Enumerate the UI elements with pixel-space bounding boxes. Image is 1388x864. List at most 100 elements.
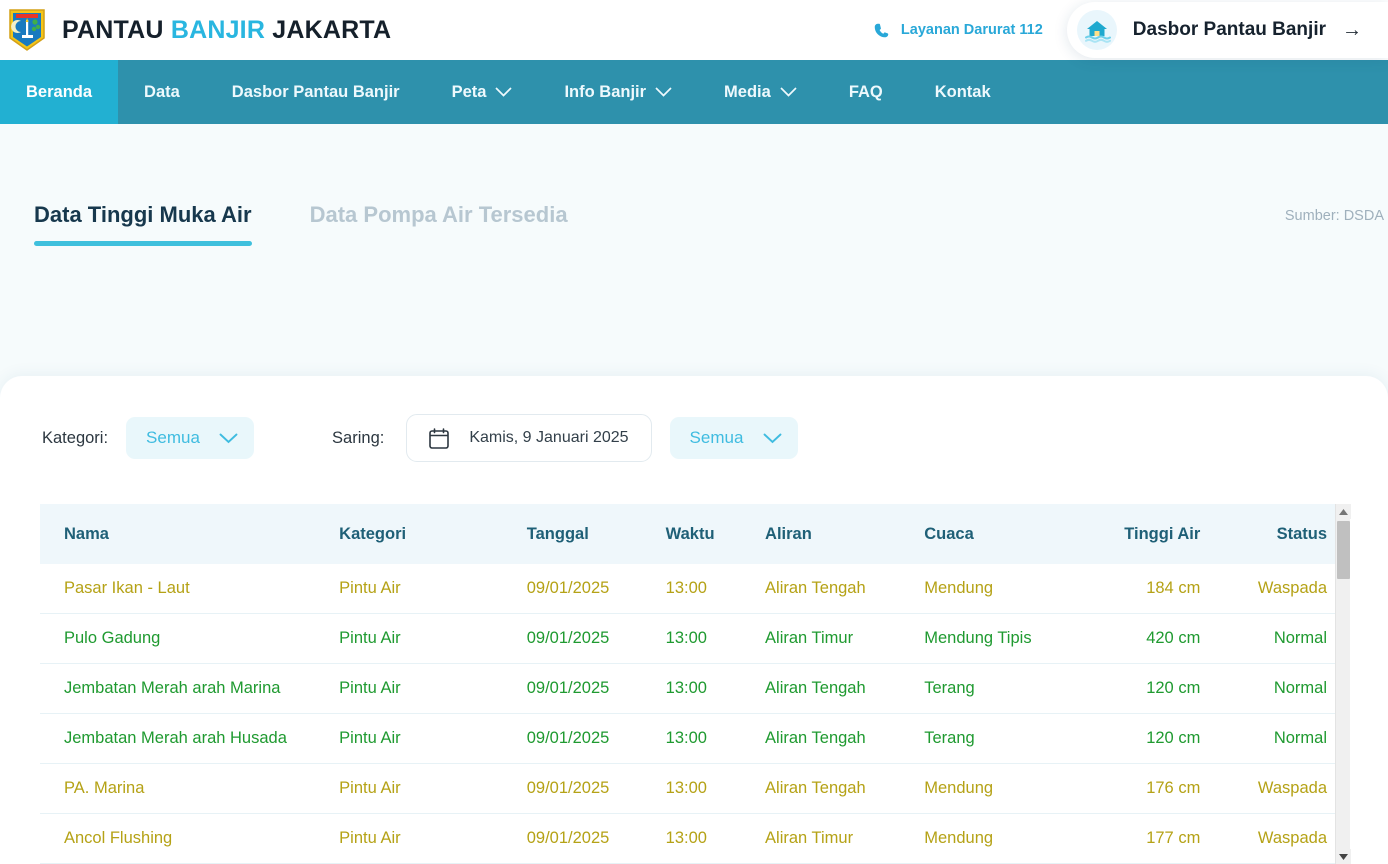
column-header-cuaca[interactable]: Cuaca: [924, 504, 1094, 564]
cell-kategori: Pintu Air: [339, 713, 527, 764]
cell-kategori: Pintu Air: [339, 813, 527, 864]
nav-item-beranda[interactable]: Beranda: [0, 60, 119, 124]
status-select-value: Semua: [689, 428, 744, 447]
nav-item-peta[interactable]: Peta: [426, 60, 539, 124]
cell-nama: PA. Marina: [40, 763, 340, 814]
chevron-down-icon: [495, 87, 513, 97]
nav-item-faq[interactable]: FAQ: [823, 60, 909, 124]
table-row[interactable]: Ancol Flushing Pintu Air 09/01/2025 13:00 Al…: [40, 813, 1335, 864]
cell-status: Normal: [1218, 713, 1335, 764]
cell-tinggi: 177 cm: [1093, 813, 1219, 864]
chevron-down-icon: [219, 433, 238, 443]
column-header-nama[interactable]: Nama: [40, 504, 340, 564]
cell-tinggi: 420 cm: [1093, 613, 1219, 664]
dashboard-cta-button[interactable]: Dasbor Pantau Banjir →: [1066, 2, 1388, 58]
main-navigation: Beranda Data Dasbor Pantau Banjir Peta I…: [0, 60, 1388, 124]
cell-kategori: Pintu Air: [339, 613, 527, 664]
tab-data-pompa-air-tersedia[interactable]: Data Pompa Air Tersedia: [310, 202, 568, 246]
data-table-scroll-area[interactable]: Nama Kategori Tanggal Waktu Aliran Cuaca…: [40, 504, 1335, 864]
table-row[interactable]: PA. Marina Pintu Air 09/01/2025 13:00 Aliran…: [40, 763, 1335, 814]
kategori-select-value: Semua: [146, 428, 200, 447]
cell-status: Waspada: [1218, 564, 1335, 614]
table-row[interactable]: Pulo Gadung Pintu Air 09/01/2025 13:00 Alira…: [40, 613, 1335, 664]
cell-cuaca: Mendung: [924, 813, 1094, 864]
cell-nama: Jembatan Merah arah Marina: [40, 663, 340, 714]
table-row[interactable]: Jembatan Merah arah Marina Pintu Air 09/01…: [40, 663, 1335, 714]
calendar-icon: [429, 427, 450, 449]
arrow-right-icon: →: [1342, 19, 1362, 41]
chevron-down-icon: [780, 87, 797, 97]
cell-waktu: 13:00: [665, 763, 766, 814]
cell-waktu: 13:00: [665, 564, 766, 614]
emergency-contact[interactable]: Layanan Darurat 112: [873, 22, 1067, 39]
table-body: Pasar Ikan - Laut Pintu Air 09/01/2025 13:0…: [40, 564, 1335, 864]
table-header: Nama Kategori Tanggal Waktu Aliran Cuaca…: [40, 504, 1335, 564]
nav-label-kontak: Kontak: [934, 82, 991, 101]
table-header-row: Nama Kategori Tanggal Waktu Aliran Cuaca…: [40, 504, 1335, 564]
phone-icon: [874, 23, 889, 37]
nav-label-info-banjir: Info Banjir: [564, 82, 647, 101]
nav-label-dasbor: Dasbor Pantau Banjir: [231, 82, 400, 101]
cell-kategori: Pintu Air: [339, 564, 527, 614]
column-header-tanggal[interactable]: Tanggal: [526, 504, 666, 564]
column-header-aliran[interactable]: Aliran: [765, 504, 925, 564]
status-select[interactable]: Semua: [669, 417, 798, 459]
scroll-up-button[interactable]: [1335, 504, 1351, 519]
nav-label-media: Media: [724, 82, 771, 101]
column-header-waktu[interactable]: Waktu: [665, 504, 766, 564]
cell-status: Normal: [1218, 613, 1335, 664]
cell-tanggal: 09/01/2025: [526, 564, 666, 614]
kategori-label: Kategori:: [42, 428, 109, 447]
chevron-down-icon: [655, 87, 672, 97]
scrollbar-thumb[interactable]: [1337, 521, 1350, 579]
jakarta-crest-icon: [9, 9, 45, 51]
cell-aliran: Aliran Tengah: [765, 763, 925, 814]
section-tabs: Data Tinggi Muka Air Data Pompa Air Ters…: [0, 124, 1388, 246]
table-scrollbar[interactable]: [1335, 504, 1351, 864]
cell-nama: Pulo Gadung: [40, 613, 340, 664]
cell-status: Normal: [1218, 663, 1335, 714]
cell-tinggi: 120 cm: [1093, 663, 1219, 714]
cell-cuaca: Mendung Tipis: [924, 613, 1094, 664]
cell-aliran: Aliran Timur: [765, 613, 925, 664]
saring-label: Saring:: [332, 428, 385, 447]
nav-item-kontak[interactable]: Kontak: [909, 60, 1017, 124]
brand-logo[interactable]: PANTAU BANJIR JAKARTA: [0, 8, 391, 52]
cell-tanggal: 09/01/2025: [526, 613, 666, 664]
brand-title: PANTAU BANJIR JAKARTA: [62, 16, 391, 45]
cell-tanggal: 09/01/2025: [526, 713, 666, 764]
cell-aliran: Aliran Tengah: [765, 564, 925, 614]
cell-waktu: 13:00: [665, 663, 766, 714]
nav-item-media[interactable]: Media: [698, 60, 823, 124]
cell-nama: Pasar Ikan - Laut: [40, 564, 340, 614]
nav-item-dasbor-pantau-banjir[interactable]: Dasbor Pantau Banjir: [206, 60, 426, 124]
cell-nama: Ancol Flushing: [40, 813, 340, 864]
cell-nama: Jembatan Merah arah Husada: [40, 713, 340, 764]
data-table-container: Nama Kategori Tanggal Waktu Aliran Cuaca…: [40, 504, 1351, 864]
column-header-tinggi-air[interactable]: Tinggi Air: [1093, 504, 1219, 564]
nav-item-data[interactable]: Data: [118, 60, 206, 124]
cell-tinggi: 176 cm: [1093, 763, 1219, 814]
column-header-status[interactable]: Status: [1218, 504, 1335, 564]
cell-aliran: Aliran Timur: [765, 813, 925, 864]
cell-tanggal: 09/01/2025: [526, 663, 666, 714]
table-row[interactable]: Jembatan Merah arah Husada Pintu Air 09/01…: [40, 713, 1335, 764]
caret-up-icon: [1338, 508, 1348, 515]
tab-data-tinggi-muka-air[interactable]: Data Tinggi Muka Air: [34, 202, 252, 246]
column-header-kategori[interactable]: Kategori: [339, 504, 527, 564]
dashboard-cta-label: Dasbor Pantau Banjir: [1132, 19, 1326, 40]
emergency-label: Layanan Darurat 112: [900, 22, 1043, 38]
cell-waktu: 13:00: [665, 713, 766, 764]
table-row[interactable]: Pasar Ikan - Laut Pintu Air 09/01/2025 13:0…: [40, 564, 1335, 614]
nav-item-info-banjir[interactable]: Info Banjir: [538, 60, 698, 124]
scroll-down-button[interactable]: [1335, 849, 1351, 864]
date-picker[interactable]: Kamis, 9 Januari 2025: [406, 414, 652, 462]
cell-waktu: 13:00: [665, 813, 766, 864]
cell-kategori: Pintu Air: [339, 663, 527, 714]
nav-label-faq: FAQ: [848, 82, 883, 101]
cell-kategori: Pintu Air: [339, 763, 527, 814]
cell-cuaca: Terang: [924, 713, 1094, 764]
water-level-table: Nama Kategori Tanggal Waktu Aliran Cuaca…: [40, 504, 1335, 864]
header-actions: Layanan Darurat 112 Dasbor Pantau Banjir…: [873, 0, 1388, 60]
kategori-select[interactable]: Semua: [126, 417, 255, 459]
